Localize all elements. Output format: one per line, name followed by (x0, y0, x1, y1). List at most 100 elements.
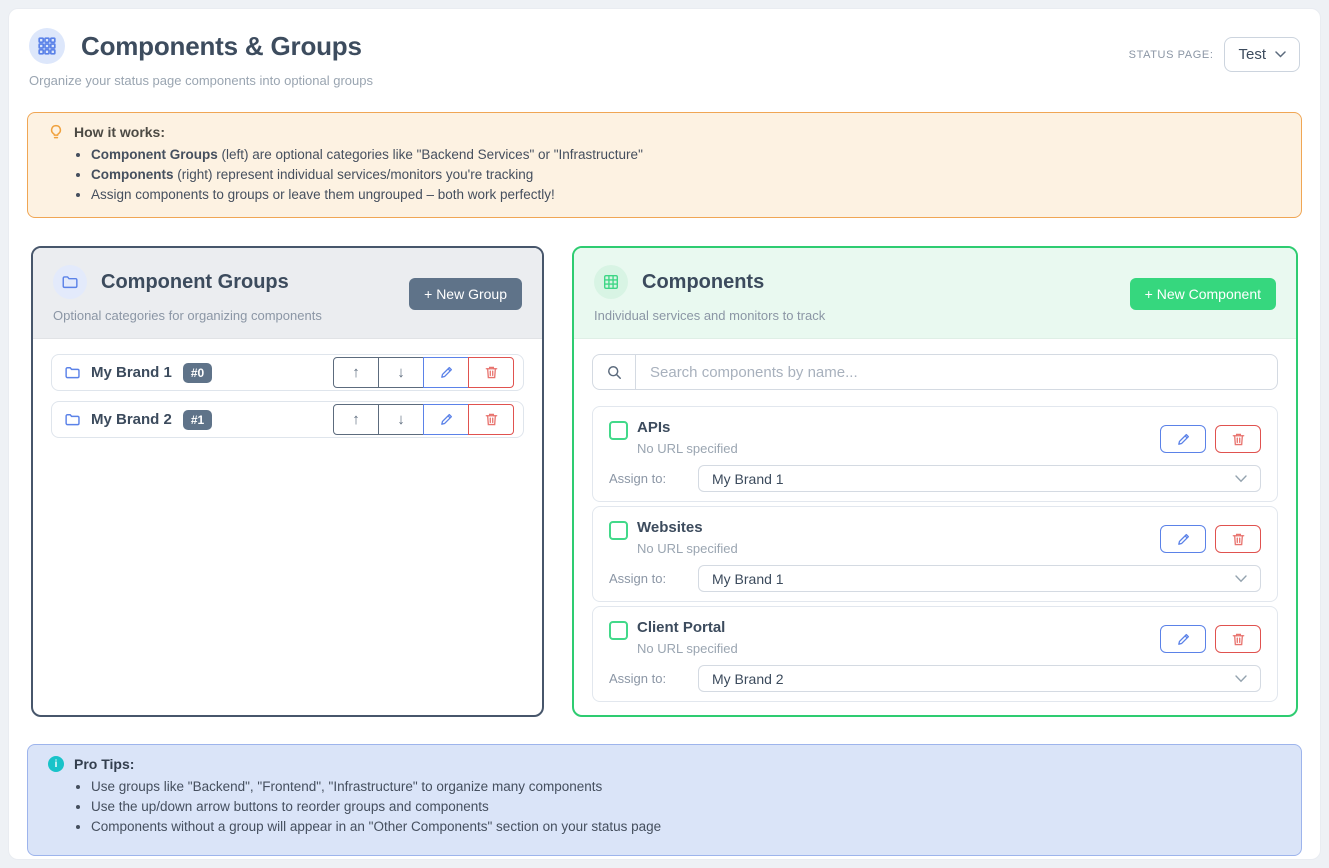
move-down-button[interactable]: ↓ (378, 357, 424, 388)
assign-to-label: Assign to: (609, 671, 698, 686)
folder-icon (64, 364, 81, 381)
arrow-up-icon: ↑ (352, 364, 360, 381)
assigned-group-value: My Brand 1 (712, 471, 784, 487)
pro-tip-item: Use the up/down arrow buttons to reorder… (91, 797, 1281, 817)
assigned-group-value: My Brand 2 (712, 671, 784, 687)
how-it-works-list: Component Groups (left) are optional cat… (48, 145, 1281, 205)
assign-to-label: Assign to: (609, 571, 698, 586)
how-it-works-title: How it works: (74, 124, 165, 140)
groups-panel-title: Component Groups (101, 271, 289, 294)
delete-component-button[interactable] (1215, 625, 1261, 653)
component-actions (1160, 425, 1261, 453)
edit-component-button[interactable] (1160, 425, 1206, 453)
edit-component-button[interactable] (1160, 525, 1206, 553)
page-header-right: STATUS PAGE: Test (1129, 37, 1300, 72)
move-down-button[interactable]: ↓ (378, 404, 424, 435)
edit-group-button[interactable] (423, 357, 469, 388)
delete-group-button[interactable] (468, 357, 514, 388)
components-list: APIs No URL specified (592, 406, 1278, 702)
assign-group-select[interactable]: My Brand 2 (698, 665, 1261, 692)
groups-panel-header: Component Groups Optional categories for… (33, 248, 542, 339)
status-page-label: STATUS PAGE: (1129, 49, 1214, 61)
arrow-down-icon: ↓ (397, 364, 405, 381)
component-name: Client Portal (637, 619, 738, 636)
move-up-button[interactable]: ↑ (333, 404, 379, 435)
group-actions: ↑ ↓ (333, 404, 514, 435)
components-panel-header: Components Individual services and monit… (574, 248, 1296, 339)
component-card: Websites No URL specified (592, 506, 1278, 602)
assign-to-label: Assign to: (609, 471, 698, 486)
assigned-group-value: My Brand 1 (712, 571, 784, 587)
group-name: My Brand 1 (91, 364, 172, 381)
page-header: Components & Groups Organize your status… (27, 28, 1302, 88)
chevron-down-icon (1235, 575, 1247, 583)
group-row: My Brand 2 #1 ↑ ↓ (51, 401, 524, 438)
component-card: Client Portal No URL specified (592, 606, 1278, 702)
how-it-works-box: How it works: Component Groups (left) ar… (27, 112, 1302, 218)
component-actions (1160, 625, 1261, 653)
component-name: Websites (637, 519, 738, 536)
panels-container: Component Groups Optional categories for… (31, 246, 1298, 717)
pencil-icon (1176, 632, 1191, 647)
component-actions (1160, 525, 1261, 553)
component-groups-panel: Component Groups Optional categories for… (31, 246, 544, 717)
groups-list: My Brand 1 #0 ↑ ↓ My B (33, 339, 542, 715)
component-card: APIs No URL specified (592, 406, 1278, 502)
chevron-down-icon (1275, 51, 1286, 58)
components-body: APIs No URL specified (574, 339, 1296, 715)
delete-component-button[interactable] (1215, 525, 1261, 553)
edit-group-button[interactable] (423, 404, 469, 435)
status-page-value: Test (1238, 46, 1266, 63)
status-page-selector[interactable]: Test (1224, 37, 1300, 72)
chevron-down-icon (1235, 475, 1247, 483)
lightbulb-icon (48, 124, 64, 140)
pro-tip-item: Components without a group will appear i… (91, 817, 1281, 837)
new-component-button[interactable]: + New Component (1130, 278, 1276, 310)
page-title: Components & Groups (81, 31, 362, 62)
component-url-note: No URL specified (637, 441, 738, 456)
assign-group-select[interactable]: My Brand 1 (698, 565, 1261, 592)
components-grid-icon (29, 28, 65, 64)
component-checkbox[interactable] (609, 621, 628, 640)
groups-panel-subtitle: Optional categories for organizing compo… (53, 308, 322, 323)
group-order-badge: #1 (183, 410, 212, 430)
trash-icon (1231, 432, 1246, 447)
component-search (592, 354, 1278, 390)
folder-icon (53, 265, 87, 299)
pencil-icon (439, 412, 454, 427)
info-icon: i (48, 756, 64, 772)
pro-tips-box: i Pro Tips: Use groups like "Backend", "… (27, 744, 1302, 856)
chevron-down-icon (1235, 675, 1247, 683)
content-card: Components & Groups Organize your status… (8, 8, 1321, 860)
pencil-icon (1176, 432, 1191, 447)
trash-icon (1231, 532, 1246, 547)
component-checkbox[interactable] (609, 521, 628, 540)
page-subtitle: Organize your status page components int… (29, 73, 373, 88)
search-input[interactable] (636, 355, 1277, 389)
pro-tip-item: Use groups like "Backend", "Frontend", "… (91, 777, 1281, 797)
group-actions: ↑ ↓ (333, 357, 514, 388)
assign-group-select[interactable]: My Brand 1 (698, 465, 1261, 492)
component-checkbox[interactable] (609, 421, 628, 440)
component-url-note: No URL specified (637, 641, 738, 656)
move-up-button[interactable]: ↑ (333, 357, 379, 388)
component-name: APIs (637, 419, 738, 436)
arrow-up-icon: ↑ (352, 411, 360, 428)
new-group-button[interactable]: + New Group (409, 278, 522, 310)
pencil-icon (439, 365, 454, 380)
components-panel-subtitle: Individual services and monitors to trac… (594, 308, 825, 323)
trash-icon (484, 365, 499, 380)
pro-tips-list: Use groups like "Backend", "Frontend", "… (48, 777, 1281, 837)
trash-icon (484, 412, 499, 427)
how-it-works-item: Assign components to groups or leave the… (91, 185, 1281, 205)
trash-icon (1231, 632, 1246, 647)
page-header-left: Components & Groups Organize your status… (29, 28, 373, 88)
delete-group-button[interactable] (468, 404, 514, 435)
group-name: My Brand 2 (91, 411, 172, 428)
search-icon (593, 355, 636, 389)
folder-icon (64, 411, 81, 428)
edit-component-button[interactable] (1160, 625, 1206, 653)
delete-component-button[interactable] (1215, 425, 1261, 453)
component-url-note: No URL specified (637, 541, 738, 556)
how-it-works-item: Component Groups (left) are optional cat… (91, 145, 1281, 165)
